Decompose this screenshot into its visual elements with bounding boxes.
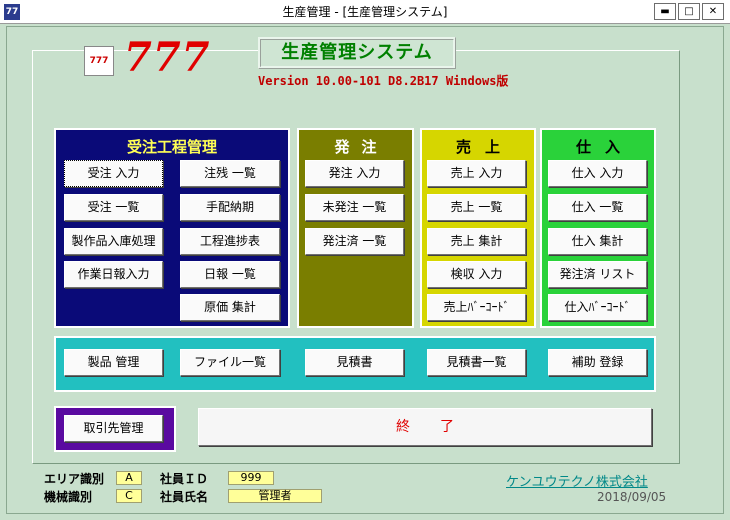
- restore-icon[interactable]: □: [678, 3, 700, 20]
- current-date: 2018/09/05: [597, 490, 667, 504]
- logo-number: 777: [124, 34, 211, 81]
- uriage-barcode-button[interactable]: 売上ﾊﾞｰｺｰﾄﾞ: [427, 294, 526, 321]
- section-hatchu-title: 発注: [334, 138, 389, 156]
- employee-id-label: 社員ＩＤ: [160, 472, 209, 486]
- hojo-touroku-button[interactable]: 補助 登録: [548, 349, 647, 376]
- end-button[interactable]: 終了: [198, 408, 652, 446]
- minimize-icon[interactable]: ▬: [654, 3, 676, 20]
- shiire-list-button[interactable]: 仕入 一覧: [548, 194, 647, 221]
- kenshu-input-button[interactable]: 検収 入力: [427, 261, 526, 288]
- title-bar: 77 生産管理 - [生産管理システム] ▬ □ ✕: [0, 0, 730, 24]
- genka-shukei-button[interactable]: 原価 集計: [180, 294, 280, 321]
- hatchuzumi-list-button[interactable]: 発注済 一覧: [305, 228, 404, 255]
- hatchuzumi-ristu-button[interactable]: 発注済 リスト: [548, 261, 647, 288]
- seisakuhin-nyuko-button[interactable]: 製作品入庫処理: [64, 228, 163, 255]
- uriage-list-button[interactable]: 売上 一覧: [427, 194, 526, 221]
- chuzan-list-button[interactable]: 注残 一覧: [180, 160, 280, 187]
- machine-value: C: [116, 489, 142, 503]
- employee-name-label: 社員氏名: [160, 490, 209, 504]
- employee-name-value: 管理者: [228, 489, 322, 503]
- shiire-shukei-button[interactable]: 仕入 集計: [548, 228, 647, 255]
- seihin-kanri-button[interactable]: 製品 管理: [64, 349, 163, 376]
- koutei-shinchoku-button[interactable]: 工程進捗表: [180, 228, 280, 255]
- sagyo-nippo-input-button[interactable]: 作業日報入力: [64, 261, 163, 288]
- area-label: エリア識別: [44, 472, 105, 486]
- uriage-shukei-button[interactable]: 売上 集計: [427, 228, 526, 255]
- juchu-input-button[interactable]: 受注 入力: [64, 160, 163, 187]
- mihatchu-list-button[interactable]: 未発注 一覧: [305, 194, 404, 221]
- file-list-button[interactable]: ファイル一覧: [180, 349, 280, 376]
- tehai-nouki-button[interactable]: 手配納期: [180, 194, 280, 221]
- section-juchu-title: 受注工程管理: [126, 138, 217, 156]
- juchu-list-button[interactable]: 受注 一覧: [64, 194, 163, 221]
- company-name: ケンユウテクノ株式会社: [506, 475, 648, 490]
- mitsumorisho-list-button[interactable]: 見積書一覧: [427, 349, 526, 376]
- machine-label: 機械識別: [44, 490, 93, 504]
- section-uriage-title: 売上: [455, 138, 514, 156]
- uriage-input-button[interactable]: 売上 入力: [427, 160, 526, 187]
- logo-icon: 777: [84, 46, 114, 76]
- hatchu-input-button[interactable]: 発注 入力: [305, 160, 404, 187]
- shiire-barcode-button[interactable]: 仕入ﾊﾞｰｺｰﾄﾞ: [548, 294, 647, 321]
- window-title: 生産管理 - [生産管理システム]: [282, 5, 448, 19]
- system-title: 生産管理システム: [258, 37, 456, 69]
- section-shiire-title: 仕入: [575, 138, 634, 156]
- window-controls: ▬ □ ✕: [654, 3, 724, 20]
- close-icon[interactable]: ✕: [702, 3, 724, 20]
- employee-id-value: 999: [228, 471, 274, 485]
- nippo-list-button[interactable]: 日報 一覧: [180, 261, 280, 288]
- torihikisaki-kanri-button[interactable]: 取引先管理: [64, 415, 163, 442]
- mitsumorisho-button[interactable]: 見積書: [305, 349, 404, 376]
- shiire-input-button[interactable]: 仕入 入力: [548, 160, 647, 187]
- area-value: A: [116, 471, 142, 485]
- version-label: Version 10.00-101 D8.2B17 Windows版: [258, 74, 509, 88]
